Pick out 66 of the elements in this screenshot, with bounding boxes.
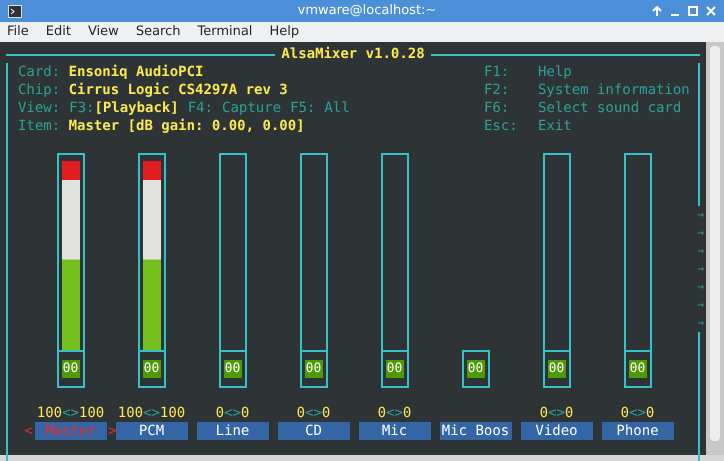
channel-label[interactable]: Video bbox=[520, 422, 592, 440]
mute-switch[interactable]: 00 bbox=[304, 360, 322, 378]
volume-slider[interactable] bbox=[218, 153, 246, 350]
mute-switch[interactable]: 00 bbox=[548, 360, 566, 378]
selection-mark: < bbox=[24, 422, 33, 440]
close-icon[interactable] bbox=[706, 6, 716, 16]
mute-switch[interactable]: 00 bbox=[628, 360, 646, 378]
key-label: F6: bbox=[484, 99, 510, 117]
menu-item[interactable]: Help bbox=[262, 22, 310, 42]
key-label: F1: bbox=[484, 63, 510, 81]
scrollbar-thumb[interactable] bbox=[710, 46, 720, 441]
volume-slider[interactable] bbox=[56, 153, 84, 350]
mute-switch[interactable]: 00 bbox=[466, 360, 484, 378]
info-value: Ensoniq AudioPCI bbox=[68, 63, 204, 81]
view-option[interactable]: All bbox=[324, 99, 350, 117]
menu-item[interactable]: Edit bbox=[38, 22, 81, 42]
key-action: Exit bbox=[538, 117, 572, 135]
mute-switch[interactable]: 00 bbox=[386, 360, 404, 378]
info-label: Item: bbox=[18, 117, 60, 135]
volume-values: 0<>0 bbox=[378, 404, 412, 422]
info-label: Card: bbox=[18, 63, 60, 81]
channel-label[interactable]: CD bbox=[278, 422, 350, 440]
menu-item[interactable]: View bbox=[80, 22, 129, 42]
mute-switch[interactable]: 00 bbox=[62, 360, 80, 378]
view-key[interactable]: F3: bbox=[69, 99, 94, 117]
key-label: F2: bbox=[484, 81, 510, 99]
volume-values: 100<>100 bbox=[36, 404, 104, 422]
scrollbar[interactable] bbox=[706, 42, 724, 455]
up-arrow-icon[interactable] bbox=[652, 6, 662, 16]
volume-values: 0<>0 bbox=[540, 404, 574, 422]
volume-slider[interactable] bbox=[542, 153, 570, 350]
menu-item[interactable]: File bbox=[0, 22, 39, 42]
key-label: Esc: bbox=[484, 117, 519, 135]
view-option[interactable]: Capture bbox=[222, 99, 282, 117]
terminal-icon bbox=[8, 4, 22, 18]
menu-item[interactable]: Search bbox=[128, 22, 190, 42]
volume-slider[interactable] bbox=[380, 153, 408, 350]
mute-switch[interactable]: 00 bbox=[142, 360, 160, 378]
selection-mark: > bbox=[108, 422, 116, 440]
key-action: Select sound card bbox=[538, 99, 682, 117]
volume-values: 0<>0 bbox=[296, 404, 330, 422]
view-key[interactable]: F5: bbox=[290, 99, 316, 117]
channel-label[interactable]: Line bbox=[196, 422, 268, 440]
volume-slider[interactable] bbox=[300, 153, 328, 350]
key-action: System information bbox=[538, 81, 690, 99]
channel-label[interactable]: Mic bbox=[358, 422, 430, 440]
volume-slider[interactable] bbox=[624, 153, 652, 350]
channel-label[interactable]: Phone bbox=[602, 422, 674, 440]
volume-slider[interactable] bbox=[138, 153, 166, 350]
mute-switch[interactable]: 00 bbox=[224, 360, 242, 378]
key-action: Help bbox=[538, 63, 572, 81]
channel-label[interactable]: Mic Boos bbox=[440, 422, 512, 440]
info-value: Cirrus Logic CS4297A rev 3 bbox=[68, 81, 288, 99]
info-value: Master [dB gain: 0.00, 0.00] bbox=[68, 117, 305, 135]
menu-item[interactable]: Terminal bbox=[190, 22, 262, 42]
channel-label[interactable]: PCM bbox=[116, 422, 188, 440]
maximize-icon[interactable] bbox=[688, 6, 698, 16]
mixer-title: AlsaMixer v1.0.28 bbox=[280, 45, 426, 63]
volume-values: 0<>0 bbox=[216, 404, 250, 422]
info-label: Chip: bbox=[18, 81, 60, 99]
volume-values: 100<>100 bbox=[118, 404, 186, 422]
view-key[interactable]: F4: bbox=[188, 99, 214, 117]
volume-values: 0<>0 bbox=[620, 404, 654, 422]
info-label: View: bbox=[18, 99, 60, 117]
window-title: vmware@localhost:~ bbox=[296, 2, 438, 20]
view-option[interactable]: [Playback] bbox=[94, 99, 179, 117]
